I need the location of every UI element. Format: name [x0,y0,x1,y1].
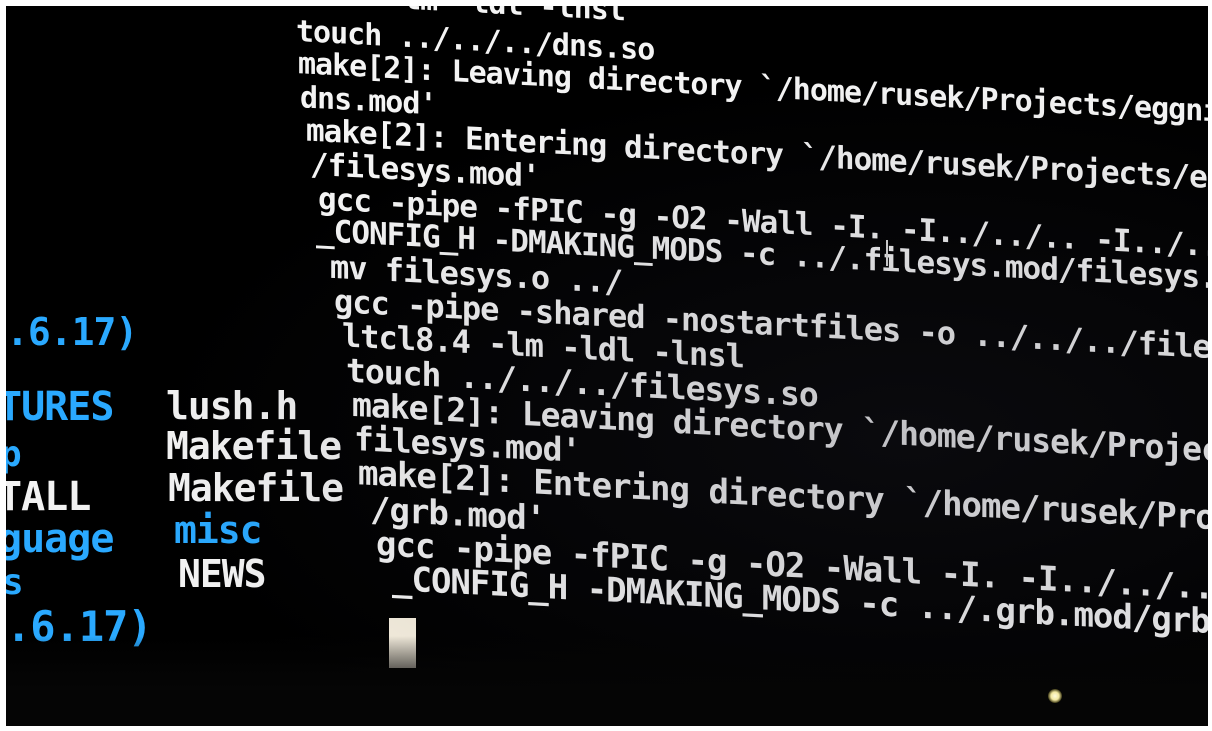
listing-install: TALL [6,474,91,520]
listing-features: TURES [6,384,114,430]
listing-news: NEWS [178,552,267,596]
listing-language: guage [6,516,114,562]
listing-version-top: .6.17) [6,310,138,354]
monitor-bezel [6,636,1208,726]
listing-s: s [6,562,24,603]
listing-p: p [6,434,22,475]
listing-lush-h: lush.h [166,384,298,428]
listing-misc: misc [174,508,263,552]
terminal-photo: .6.17) TURES lush.h p Makefile TALL Make… [6,6,1208,726]
mouse-ibeam-cursor [886,240,892,266]
terminal-output: -lm -ldl -lnsl touch ../../../dns.so mak… [296,6,1208,698]
power-led [1048,689,1062,703]
terminal-screen: .6.17) TURES lush.h p Makefile TALL Make… [6,6,1208,726]
